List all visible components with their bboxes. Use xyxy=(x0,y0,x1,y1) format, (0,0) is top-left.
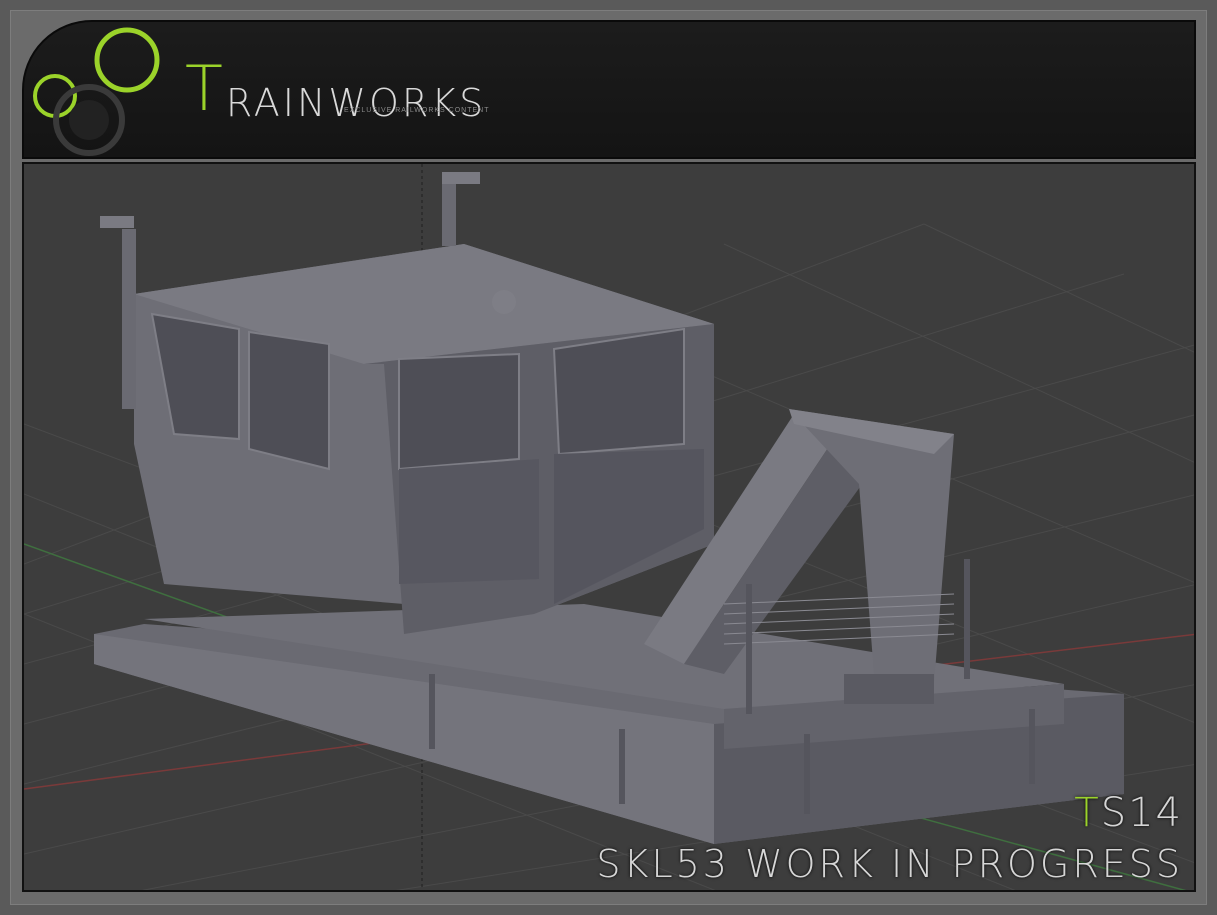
brand-rest: RAINWORKS xyxy=(225,81,487,125)
logo-circles-icon xyxy=(33,27,160,156)
brand-logo-text: TRAINWORKS xyxy=(185,52,486,125)
viewport-render xyxy=(24,164,1194,890)
locomotive-model xyxy=(94,172,1124,844)
brand-tagline: EXCLUSIVE RAILWORKS CONTENT xyxy=(344,107,490,114)
badge-prefix: T xyxy=(1074,790,1101,836)
caption-text: SKL53 WORK IN PROGRESS xyxy=(596,842,1183,886)
version-badge: TS14 xyxy=(1074,790,1183,836)
brand-first-letter: T xyxy=(185,52,226,125)
3d-viewport[interactable] xyxy=(22,162,1196,892)
badge-rest: S14 xyxy=(1100,790,1183,836)
